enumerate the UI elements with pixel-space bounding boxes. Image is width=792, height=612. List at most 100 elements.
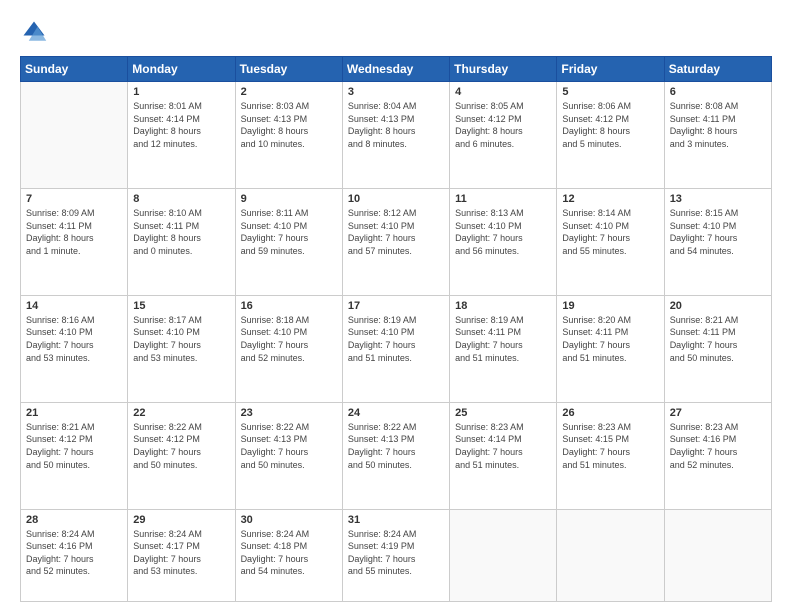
day-number: 25 [455, 407, 551, 419]
calendar-cell: 17 Sunrise: 8:19 AM Sunset: 4:10 PM Dayli… [342, 295, 449, 402]
day-number: 16 [241, 300, 337, 312]
calendar-cell [21, 82, 128, 189]
day-info: Sunrise: 8:22 AM Sunset: 4:12 PM Dayligh… [133, 421, 229, 471]
calendar-cell: 2 Sunrise: 8:03 AM Sunset: 4:13 PM Daylig… [235, 82, 342, 189]
day-number: 28 [26, 514, 122, 526]
week-row-5: 28 Sunrise: 8:24 AM Sunset: 4:16 PM Dayli… [21, 509, 772, 601]
day-info: Sunrise: 8:15 AM Sunset: 4:10 PM Dayligh… [670, 207, 766, 257]
calendar-cell: 25 Sunrise: 8:23 AM Sunset: 4:14 PM Dayli… [450, 402, 557, 509]
calendar-cell: 28 Sunrise: 8:24 AM Sunset: 4:16 PM Dayli… [21, 509, 128, 601]
day-info: Sunrise: 8:16 AM Sunset: 4:10 PM Dayligh… [26, 314, 122, 364]
weekday-header-sunday: Sunday [21, 57, 128, 82]
day-number: 7 [26, 193, 122, 205]
day-number: 4 [455, 86, 551, 98]
calendar-cell: 9 Sunrise: 8:11 AM Sunset: 4:10 PM Daylig… [235, 188, 342, 295]
calendar-cell: 18Sunrise: 8:19 AM Sunset: 4:11 PM Dayli… [450, 295, 557, 402]
calendar-cell: 12 Sunrise: 8:14 AM Sunset: 4:10 PM Dayli… [557, 188, 664, 295]
day-number: 27 [670, 407, 766, 419]
day-number: 2 [241, 86, 337, 98]
calendar-cell: 19Sunrise: 8:20 AM Sunset: 4:11 PM Dayli… [557, 295, 664, 402]
calendar-cell: 30Sunrise: 8:24 AM Sunset: 4:18 PM Dayli… [235, 509, 342, 601]
calendar-cell: 27 Sunrise: 8:23 AM Sunset: 4:16 PM Dayli… [664, 402, 771, 509]
calendar-table: SundayMondayTuesdayWednesdayThursdayFrid… [20, 56, 772, 602]
day-number: 29 [133, 514, 229, 526]
day-number: 18 [455, 300, 551, 312]
calendar-cell: 3 Sunrise: 8:04 AM Sunset: 4:13 PM Daylig… [342, 82, 449, 189]
weekday-header-tuesday: Tuesday [235, 57, 342, 82]
day-number: 11 [455, 193, 551, 205]
day-info: Sunrise: 8:24 AM Sunset: 4:17 PM Dayligh… [133, 528, 229, 578]
calendar-cell: 31 Sunrise: 8:24 AM Sunset: 4:19 PM Dayli… [342, 509, 449, 601]
day-number: 9 [241, 193, 337, 205]
calendar-cell: 1 Sunrise: 8:01 AM Sunset: 4:14 PM Daylig… [128, 82, 235, 189]
calendar-cell: 21Sunrise: 8:21 AM Sunset: 4:12 PM Dayli… [21, 402, 128, 509]
day-info: Sunrise: 8:23 AM Sunset: 4:14 PM Dayligh… [455, 421, 551, 471]
day-info: Sunrise: 8:06 AM Sunset: 4:12 PM Dayligh… [562, 100, 658, 150]
day-info: Sunrise: 8:24 AM Sunset: 4:19 PM Dayligh… [348, 528, 444, 578]
page: SundayMondayTuesdayWednesdayThursdayFrid… [0, 0, 792, 612]
day-number: 8 [133, 193, 229, 205]
day-info: Sunrise: 8:21 AM Sunset: 4:12 PM Dayligh… [26, 421, 122, 471]
week-row-2: 7 Sunrise: 8:09 AM Sunset: 4:11 PM Daylig… [21, 188, 772, 295]
day-number: 10 [348, 193, 444, 205]
day-number: 20 [670, 300, 766, 312]
day-number: 13 [670, 193, 766, 205]
day-number: 6 [670, 86, 766, 98]
day-number: 15 [133, 300, 229, 312]
day-number: 5 [562, 86, 658, 98]
day-info: Sunrise: 8:19 AM Sunset: 4:10 PM Dayligh… [348, 314, 444, 364]
weekday-header-row: SundayMondayTuesdayWednesdayThursdayFrid… [21, 57, 772, 82]
calendar-cell: 29 Sunrise: 8:24 AM Sunset: 4:17 PM Dayli… [128, 509, 235, 601]
weekday-header-wednesday: Wednesday [342, 57, 449, 82]
day-info: Sunrise: 8:01 AM Sunset: 4:14 PM Dayligh… [133, 100, 229, 150]
day-info: Sunrise: 8:22 AM Sunset: 4:13 PM Dayligh… [241, 421, 337, 471]
calendar-cell: 11 Sunrise: 8:13 AM Sunset: 4:10 PM Dayli… [450, 188, 557, 295]
logo-icon [20, 18, 48, 46]
day-number: 23 [241, 407, 337, 419]
week-row-1: 1 Sunrise: 8:01 AM Sunset: 4:14 PM Daylig… [21, 82, 772, 189]
day-number: 26 [562, 407, 658, 419]
day-number: 22 [133, 407, 229, 419]
day-info: Sunrise: 8:18 AM Sunset: 4:10 PM Dayligh… [241, 314, 337, 364]
day-number: 30 [241, 514, 337, 526]
logo [20, 18, 52, 46]
day-info: Sunrise: 8:09 AM Sunset: 4:11 PM Dayligh… [26, 207, 122, 257]
day-info: Sunrise: 8:24 AM Sunset: 4:16 PM Dayligh… [26, 528, 122, 578]
day-number: 31 [348, 514, 444, 526]
day-number: 24 [348, 407, 444, 419]
day-number: 17 [348, 300, 444, 312]
calendar-cell [664, 509, 771, 601]
day-info: Sunrise: 8:10 AM Sunset: 4:11 PM Dayligh… [133, 207, 229, 257]
day-number: 3 [348, 86, 444, 98]
calendar-cell: 15 Sunrise: 8:17 AM Sunset: 4:10 PM Dayli… [128, 295, 235, 402]
day-info: Sunrise: 8:13 AM Sunset: 4:10 PM Dayligh… [455, 207, 551, 257]
calendar-cell: 8 Sunrise: 8:10 AM Sunset: 4:11 PM Daylig… [128, 188, 235, 295]
calendar-cell: 5 Sunrise: 8:06 AM Sunset: 4:12 PM Daylig… [557, 82, 664, 189]
day-info: Sunrise: 8:22 AM Sunset: 4:13 PM Dayligh… [348, 421, 444, 471]
day-number: 12 [562, 193, 658, 205]
header [20, 18, 772, 46]
day-info: Sunrise: 8:17 AM Sunset: 4:10 PM Dayligh… [133, 314, 229, 364]
day-info: Sunrise: 8:04 AM Sunset: 4:13 PM Dayligh… [348, 100, 444, 150]
calendar-cell: 6 Sunrise: 8:08 AM Sunset: 4:11 PM Daylig… [664, 82, 771, 189]
day-info: Sunrise: 8:14 AM Sunset: 4:10 PM Dayligh… [562, 207, 658, 257]
day-info: Sunrise: 8:03 AM Sunset: 4:13 PM Dayligh… [241, 100, 337, 150]
calendar-cell: 24 Sunrise: 8:22 AM Sunset: 4:13 PM Dayli… [342, 402, 449, 509]
day-info: Sunrise: 8:11 AM Sunset: 4:10 PM Dayligh… [241, 207, 337, 257]
calendar-cell: 16 Sunrise: 8:18 AM Sunset: 4:10 PM Dayli… [235, 295, 342, 402]
day-info: Sunrise: 8:08 AM Sunset: 4:11 PM Dayligh… [670, 100, 766, 150]
day-info: Sunrise: 8:20 AM Sunset: 4:11 PM Dayligh… [562, 314, 658, 364]
weekday-header-thursday: Thursday [450, 57, 557, 82]
week-row-3: 14 Sunrise: 8:16 AM Sunset: 4:10 PM Dayli… [21, 295, 772, 402]
weekday-header-monday: Monday [128, 57, 235, 82]
day-number: 1 [133, 86, 229, 98]
day-info: Sunrise: 8:23 AM Sunset: 4:16 PM Dayligh… [670, 421, 766, 471]
calendar-cell: 26Sunrise: 8:23 AM Sunset: 4:15 PM Dayli… [557, 402, 664, 509]
calendar-cell: 20 Sunrise: 8:21 AM Sunset: 4:11 PM Dayli… [664, 295, 771, 402]
day-info: Sunrise: 8:12 AM Sunset: 4:10 PM Dayligh… [348, 207, 444, 257]
calendar-cell: 4Sunrise: 8:05 AM Sunset: 4:12 PM Daylig… [450, 82, 557, 189]
day-info: Sunrise: 8:21 AM Sunset: 4:11 PM Dayligh… [670, 314, 766, 364]
day-number: 14 [26, 300, 122, 312]
weekday-header-friday: Friday [557, 57, 664, 82]
calendar-cell [450, 509, 557, 601]
